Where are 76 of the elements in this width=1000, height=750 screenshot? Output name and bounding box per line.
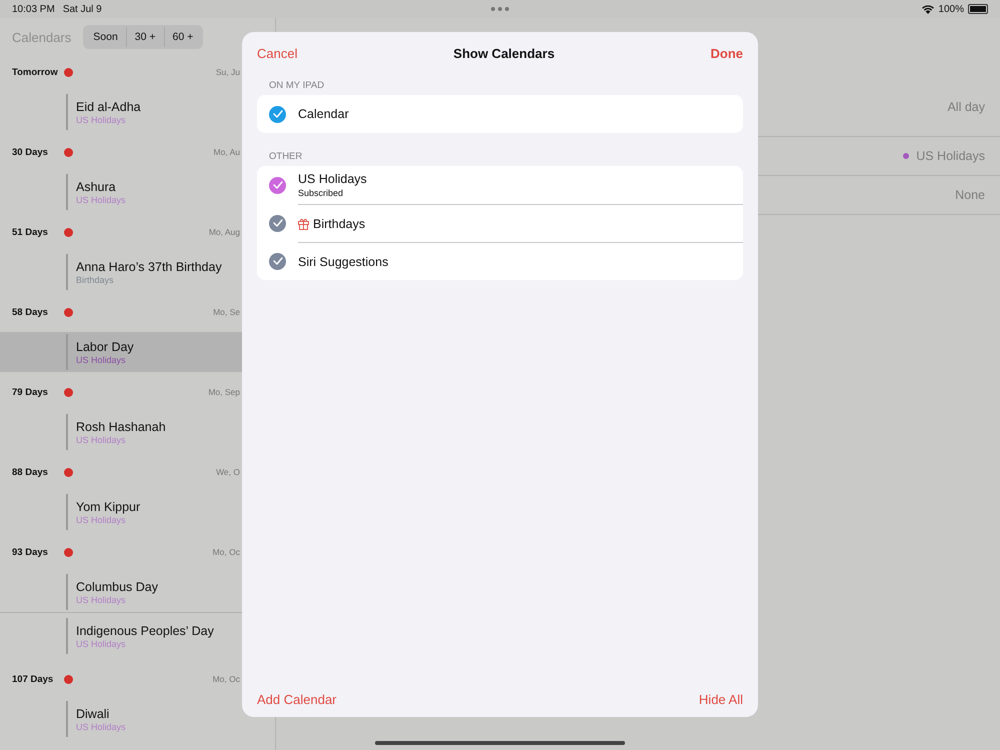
date-label: Mo, Oc [212,547,240,557]
calendar-name: US Holidays [298,172,367,186]
event-calendar: US Holidays [76,638,127,648]
day-count-label: Tomorrow [12,66,59,78]
event-calendar: US Holidays [76,114,127,124]
date-label: We, O [216,467,240,477]
calendar-value: US Holidays [916,149,985,163]
day-count-label: 88 Days [12,466,49,478]
segment-tab[interactable]: Soon [85,27,126,47]
event-title: Labor Day [76,340,134,354]
checkmark-icon[interactable] [269,214,286,232]
event-title: Anna Haro’s 37th Birthday [76,260,222,274]
calendar-name: Calendar [298,107,349,121]
date-label: Mo, Oc [212,674,240,684]
calendar-subtitle: Subscribed [298,188,344,198]
timeline-dot-icon [64,228,73,236]
event-calendar: US Holidays [76,434,127,444]
event-title: Yom Kippur [76,500,140,514]
timeline-dot-icon [64,308,73,316]
gift-icon [298,218,309,230]
more-dots-icon[interactable] [489,5,511,13]
day-count-label: 79 Days [12,386,49,398]
calendar-name: Birthdays [313,216,366,230]
timeline-dot-icon [64,68,73,76]
timeline-dot-icon [64,148,73,156]
date-label: Mo, Sep [208,387,240,397]
battery-percent: 100% [938,4,964,14]
event-title: Ashura [76,180,117,194]
done-button[interactable]: Done [710,46,743,60]
checkmark-icon[interactable] [269,106,286,122]
event-row[interactable]: Rosh Hashanah US Holidays [0,412,275,452]
checkmark-icon[interactable] [269,252,286,270]
calendar-row[interactable]: Calendar [257,95,743,133]
event-row[interactable]: Yom Kippur US Holidays [0,492,275,532]
battery-icon [968,4,988,14]
wifi-icon [922,4,934,14]
sheet-title: Show Calendars [453,46,555,60]
day-count-label: 58 Days [12,306,49,318]
event-calendar: Birthdays [76,274,115,284]
event-calendar: US Holidays [76,594,127,604]
section-header: ON MY IPAD [268,79,326,93]
day-count-label: 93 Days [12,546,49,558]
event-title: Eid al-Adha [76,100,141,114]
timeline-dot-icon [64,388,73,396]
detail-value: All day [947,100,985,114]
status-date: Sat Jul 9 [62,4,102,14]
day-count-label: 30 Days [12,146,49,158]
date-label: Su, Ju [216,67,240,77]
timeline-dot-icon [64,468,73,476]
event-calendar: US Holidays [76,354,127,364]
checkmark-icon[interactable] [269,176,286,194]
segmented-control[interactable]: Soon 30 + 60 + [83,25,204,49]
detail-value: None [955,188,985,202]
segment-tab[interactable]: 30 + [126,27,164,47]
timeline-dot-icon [64,674,73,684]
timeline-dot-icon [64,548,73,556]
event-calendar: US Holidays [76,514,127,524]
day-count-label: 51 Days [12,226,49,238]
hide-all-button[interactable]: Hide All [698,692,743,706]
add-calendar-button[interactable]: Add Calendar [257,692,336,706]
day-count-label: 107 Days [12,674,54,684]
status-time: 10:03 PM [12,4,55,14]
date-label: Mo, Aug [208,227,240,237]
cancel-button[interactable]: Cancel [257,46,298,60]
event-title: Diwali [76,706,110,720]
event-title: Columbus Day [76,580,158,594]
calendar-name: Siri Suggestions [298,254,388,268]
segment-tab[interactable]: 60 + [164,27,202,47]
event-row[interactable]: Columbus Day US Holidays [0,572,275,612]
event-title: Rosh Hashanah [76,420,166,434]
section-header: OTHER [268,150,304,164]
event-title: Indigenous Peoples’ Day [76,624,214,638]
date-label: Mo, Au [214,147,240,157]
date-label: Mo, Se [213,307,240,317]
event-calendar: US Holidays [76,194,126,204]
event-calendar: US Holidays [76,722,126,732]
